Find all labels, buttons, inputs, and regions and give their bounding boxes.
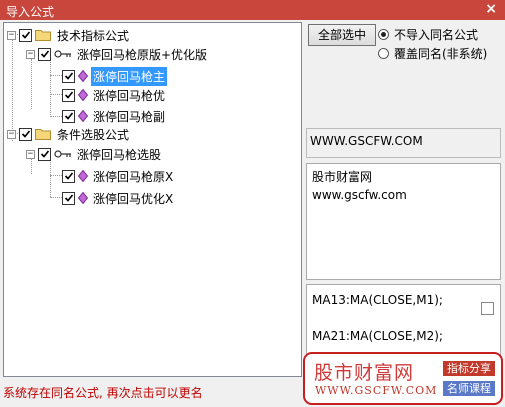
tree-group-indicator[interactable]: − 技术指标公式 <box>7 26 131 44</box>
radio-label: 覆盖同名(非系统) <box>394 47 488 61</box>
code-line: MA13:MA(CLOSE,M1); <box>312 293 443 307</box>
formula-item-icon <box>78 70 88 82</box>
radio-button-checked[interactable] <box>378 29 389 40</box>
options-panel: 全部选中 不导入同名公式 覆盖同名(非系统) WWW.GSCFW.COM 股市财… <box>306 22 502 377</box>
collapse-icon[interactable]: − <box>26 49 35 59</box>
status-message: 系统存在同名公式, 再次点击可以更名 <box>3 386 203 400</box>
collapse-icon[interactable]: − <box>26 149 35 159</box>
formula-item-icon <box>78 192 88 204</box>
folder-icon <box>35 30 51 41</box>
item-checkbox[interactable] <box>62 169 75 183</box>
formula-url-field: WWW.GSCFW.COM <box>306 128 501 158</box>
tree-item[interactable]: 涨停回马枪主 <box>62 66 168 86</box>
formula-item-icon <box>78 170 88 182</box>
close-icon[interactable]: × <box>485 1 497 17</box>
radio-overwrite[interactable]: 覆盖同名(非系统) <box>378 45 487 62</box>
item-checkbox[interactable] <box>62 69 75 83</box>
formula-checkbox[interactable] <box>38 47 51 61</box>
watermark-url: WWW.GSCFW.COM <box>315 384 438 397</box>
watermark-logo: 股市财富网 WWW.GSCFW.COM 指标分享 名师课程 <box>303 352 503 405</box>
tree-group-screener[interactable]: − 条件选股公式 <box>7 125 131 143</box>
collapse-icon[interactable]: − <box>7 30 16 40</box>
tree-group-label: 条件选股公式 <box>57 127 130 142</box>
code-line: MA21:MA(CLOSE,M2); <box>312 329 443 343</box>
collapse-icon[interactable]: − <box>7 129 16 139</box>
key-icon <box>54 50 71 58</box>
desc-line: www.gscfw.com <box>312 188 407 202</box>
title-bar: 导入公式 × <box>0 0 505 20</box>
formula-item-icon <box>78 89 88 101</box>
desc-line: 股市财富网 <box>312 170 373 184</box>
item-checkbox[interactable] <box>62 191 75 205</box>
folder-icon <box>35 129 51 140</box>
formula-checkbox[interactable] <box>38 147 51 161</box>
tree-formula-node[interactable]: − 涨停回马枪原版+优化版 <box>26 45 209 63</box>
tree-item[interactable]: 涨停回马枪原X <box>62 167 175 185</box>
group-checkbox[interactable] <box>19 28 32 42</box>
window-title: 导入公式 <box>6 5 55 19</box>
tree-formula-label: 涨停回马枪原版+优化版 <box>77 47 208 62</box>
radio-button[interactable] <box>378 48 389 59</box>
watermark-tag: 名师课程 <box>443 381 495 396</box>
watermark-name: 股市财富网 <box>314 362 415 384</box>
tree-item[interactable]: 涨停回马枪优 <box>62 86 167 104</box>
key-icon <box>54 150 71 158</box>
tree-item-label: 涨停回马枪主 <box>91 66 168 86</box>
item-checkbox[interactable] <box>62 109 75 123</box>
formula-description[interactable]: 股市财富网 www.gscfw.com <box>306 163 501 280</box>
tree-formula-node[interactable]: − 涨停回马枪选股 <box>26 145 163 163</box>
tree-group-label: 技术指标公式 <box>57 28 130 43</box>
tree-item[interactable]: 涨停回马优化X <box>62 189 175 207</box>
tree-item-label: 涨停回马枪副 <box>93 109 166 124</box>
watermark-tag: 指标分享 <box>443 361 495 376</box>
formula-item-icon <box>78 110 88 122</box>
group-checkbox[interactable] <box>19 127 32 141</box>
tree-item[interactable]: 涨停回马枪副 <box>62 107 167 125</box>
tree-item-label: 涨停回马优化X <box>93 191 174 206</box>
tree-formula-label: 涨停回马枪选股 <box>77 147 162 162</box>
url-text: WWW.GSCFW.COM <box>310 134 423 148</box>
radio-label: 不导入同名公式 <box>394 28 479 42</box>
radio-no-import[interactable]: 不导入同名公式 <box>378 26 478 43</box>
tree-item-label: 涨停回马枪优 <box>93 88 166 103</box>
preview-checkbox[interactable] <box>481 302 494 315</box>
select-all-button[interactable]: 全部选中 <box>308 24 376 46</box>
formula-tree[interactable]: − 技术指标公式 − 涨停回马枪原版+优化版 涨停回马枪主 涨停回马枪优 涨停回… <box>3 22 302 377</box>
tree-item-label: 涨停回马枪原X <box>93 169 174 184</box>
item-checkbox[interactable] <box>62 88 75 102</box>
